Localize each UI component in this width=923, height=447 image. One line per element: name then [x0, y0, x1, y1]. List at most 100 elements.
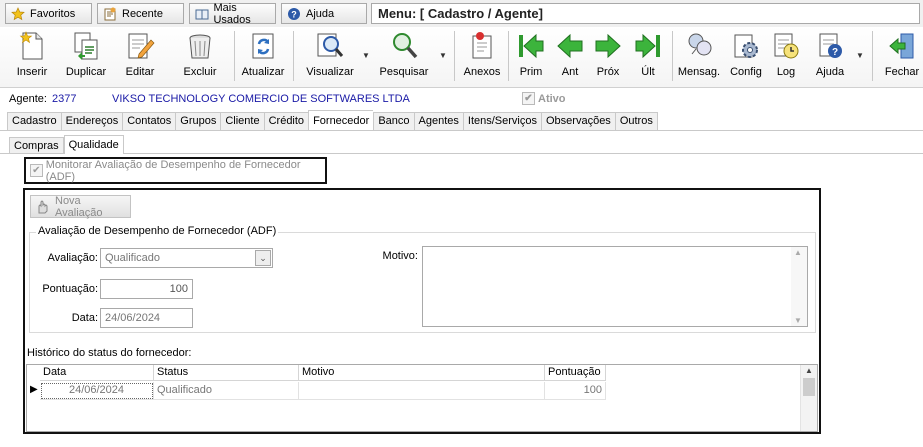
book-icon — [194, 6, 209, 22]
toolbar-separator — [872, 31, 873, 81]
check-icon: ✔ — [30, 164, 43, 177]
ajuda-quick-label: Ajuda — [306, 7, 335, 20]
tab-grupos[interactable]: Grupos — [175, 112, 221, 131]
monitor-adf-label: Monitorar Avaliação de Desempenho de For… — [45, 158, 301, 183]
cell-pontuacao[interactable]: 100 — [545, 382, 606, 400]
subtab-compras[interactable]: Compras — [9, 137, 64, 154]
new-document-icon — [15, 29, 49, 63]
log-button[interactable]: Log — [771, 29, 801, 85]
avaliacao-label: Avaliação: — [47, 252, 98, 264]
tab-cliente[interactable]: Cliente — [220, 112, 264, 131]
mensag-label: Mensag. — [677, 66, 721, 78]
prim-button[interactable]: Prim — [514, 29, 548, 85]
grid-scrollbar[interactable]: ▲ — [800, 365, 817, 431]
tab-contatos[interactable]: Contatos — [122, 112, 176, 131]
ajuda-quick-button[interactable]: ? Ajuda — [281, 3, 367, 24]
visualizar-label: Visualizar — [306, 66, 354, 78]
adf-group-title: Avaliação de Desempenho de Fornecedor (A… — [36, 225, 279, 237]
history-label: Histórico do status do fornecedor: — [27, 347, 192, 359]
tab-itens-servicos[interactable]: Itens/Serviços — [462, 112, 541, 131]
gear-icon — [729, 29, 763, 63]
agent-code: 2377 — [52, 93, 77, 105]
mensag-button[interactable]: Mensag. — [677, 29, 721, 85]
visualizar-dropdown-icon[interactable]: ▼ — [362, 51, 370, 60]
excluir-button[interactable]: Excluir — [181, 29, 219, 85]
duplicar-label: Duplicar — [65, 66, 107, 78]
pesquisar-button[interactable]: Pesquisar — [380, 29, 428, 85]
tab-outros[interactable]: Outros — [614, 112, 658, 131]
subtab-strip-line — [0, 153, 923, 154]
search-icon — [387, 29, 421, 63]
data-input[interactable]: 24/06/2024 — [100, 308, 193, 328]
exit-door-icon — [885, 29, 919, 63]
inserir-button[interactable]: Inserir — [13, 29, 51, 85]
recent-icon — [102, 6, 118, 22]
scroll-down-icon[interactable]: ▼ — [794, 316, 802, 325]
tab-credito[interactable]: Crédito — [263, 112, 309, 131]
ant-label: Ant — [561, 66, 579, 78]
prox-button[interactable]: Próx — [592, 29, 624, 85]
tab-observacoes[interactable]: Observações — [541, 112, 615, 131]
ult-button[interactable]: Últ — [631, 29, 665, 85]
tab-fornecedor[interactable]: Fornecedor — [308, 110, 374, 130]
svg-text:?: ? — [291, 9, 297, 19]
subtab-qualidade[interactable]: Qualidade — [63, 135, 124, 154]
ajuda-label: Ajuda — [815, 66, 845, 78]
agent-header: Agente: 2377 VIKSO TECHNOLOGY COMERCIO D… — [0, 89, 923, 110]
refresh-icon — [246, 29, 280, 63]
cell-data[interactable]: 24/06/2024 — [40, 382, 154, 400]
chevron-down-icon[interactable]: ⌄ — [255, 250, 271, 266]
adf-groupbox: Avaliação de Desempenho de Fornecedor (A… — [29, 225, 816, 333]
scroll-up-icon[interactable]: ▲ — [805, 366, 813, 375]
motivo-textarea[interactable]: ▲ ▼ — [422, 246, 808, 327]
atualizar-button[interactable]: Atualizar — [240, 29, 286, 85]
anexos-label: Anexos — [463, 66, 501, 78]
nova-avaliacao-button[interactable]: Nova Avaliação — [30, 194, 131, 219]
ajuda-dropdown-icon[interactable]: ▼ — [856, 51, 864, 60]
toolbar-separator — [672, 31, 673, 81]
data-label: Data: — [71, 312, 98, 324]
cell-motivo[interactable] — [299, 382, 545, 400]
column-header-data[interactable]: Data — [40, 365, 154, 381]
column-header-pontuacao[interactable]: Pontuação — [545, 365, 606, 381]
nova-avaliacao-label: Nova Avaliação — [55, 194, 103, 219]
ajuda-button[interactable]: ? Ajuda — [812, 29, 848, 85]
mais-usados-button[interactable]: Mais Usados — [189, 2, 276, 26]
pontuacao-input[interactable]: 100 — [100, 279, 193, 299]
atualizar-label: Atualizar — [241, 66, 285, 78]
toolbar-separator — [234, 31, 235, 81]
duplicar-button[interactable]: Duplicar — [64, 29, 108, 85]
ativo-checkbox[interactable]: ✔ Ativo — [522, 92, 566, 105]
scroll-up-icon[interactable]: ▲ — [794, 248, 802, 257]
anexos-button[interactable]: Anexos — [462, 29, 502, 85]
pesquisar-label: Pesquisar — [379, 66, 429, 78]
fechar-button[interactable]: Fechar — [883, 29, 921, 85]
pesquisar-dropdown-icon[interactable]: ▼ — [439, 51, 447, 60]
editar-button[interactable]: Editar — [121, 29, 159, 85]
messages-icon — [682, 29, 716, 63]
ant-button[interactable]: Ant — [554, 29, 586, 85]
tab-cadastro[interactable]: Cadastro — [7, 112, 61, 131]
svg-text:?: ? — [832, 47, 838, 58]
motivo-label: Motivo: — [382, 250, 418, 262]
next-record-icon — [591, 29, 625, 63]
column-header-status[interactable]: Status — [154, 365, 299, 381]
excluir-label: Excluir — [183, 66, 217, 78]
tab-banco[interactable]: Banco — [373, 112, 414, 131]
scroll-thumb[interactable] — [803, 378, 815, 396]
toolbar-separator — [508, 31, 509, 81]
avaliacao-select[interactable]: Qualificado ⌄ — [100, 248, 273, 268]
recente-button[interactable]: Recente — [97, 3, 184, 24]
tab-agentes[interactable]: Agentes — [413, 112, 463, 131]
ult-label: Últ — [641, 66, 655, 78]
log-label: Log — [776, 66, 796, 78]
column-header-motivo[interactable]: Motivo — [299, 365, 545, 381]
favoritos-button[interactable]: Favoritos — [5, 3, 92, 24]
motivo-scrollbar[interactable]: ▲ ▼ — [791, 247, 807, 326]
tab-enderecos[interactable]: Endereços — [60, 112, 123, 131]
config-button[interactable]: Config — [729, 29, 763, 85]
visualizar-button[interactable]: Visualizar — [304, 29, 356, 85]
monitor-adf-checkbox[interactable]: ✔ Monitorar Avaliação de Desempenho de F… — [24, 157, 327, 184]
cell-status[interactable]: Qualificado — [154, 382, 299, 400]
inserir-label: Inserir — [16, 66, 48, 78]
